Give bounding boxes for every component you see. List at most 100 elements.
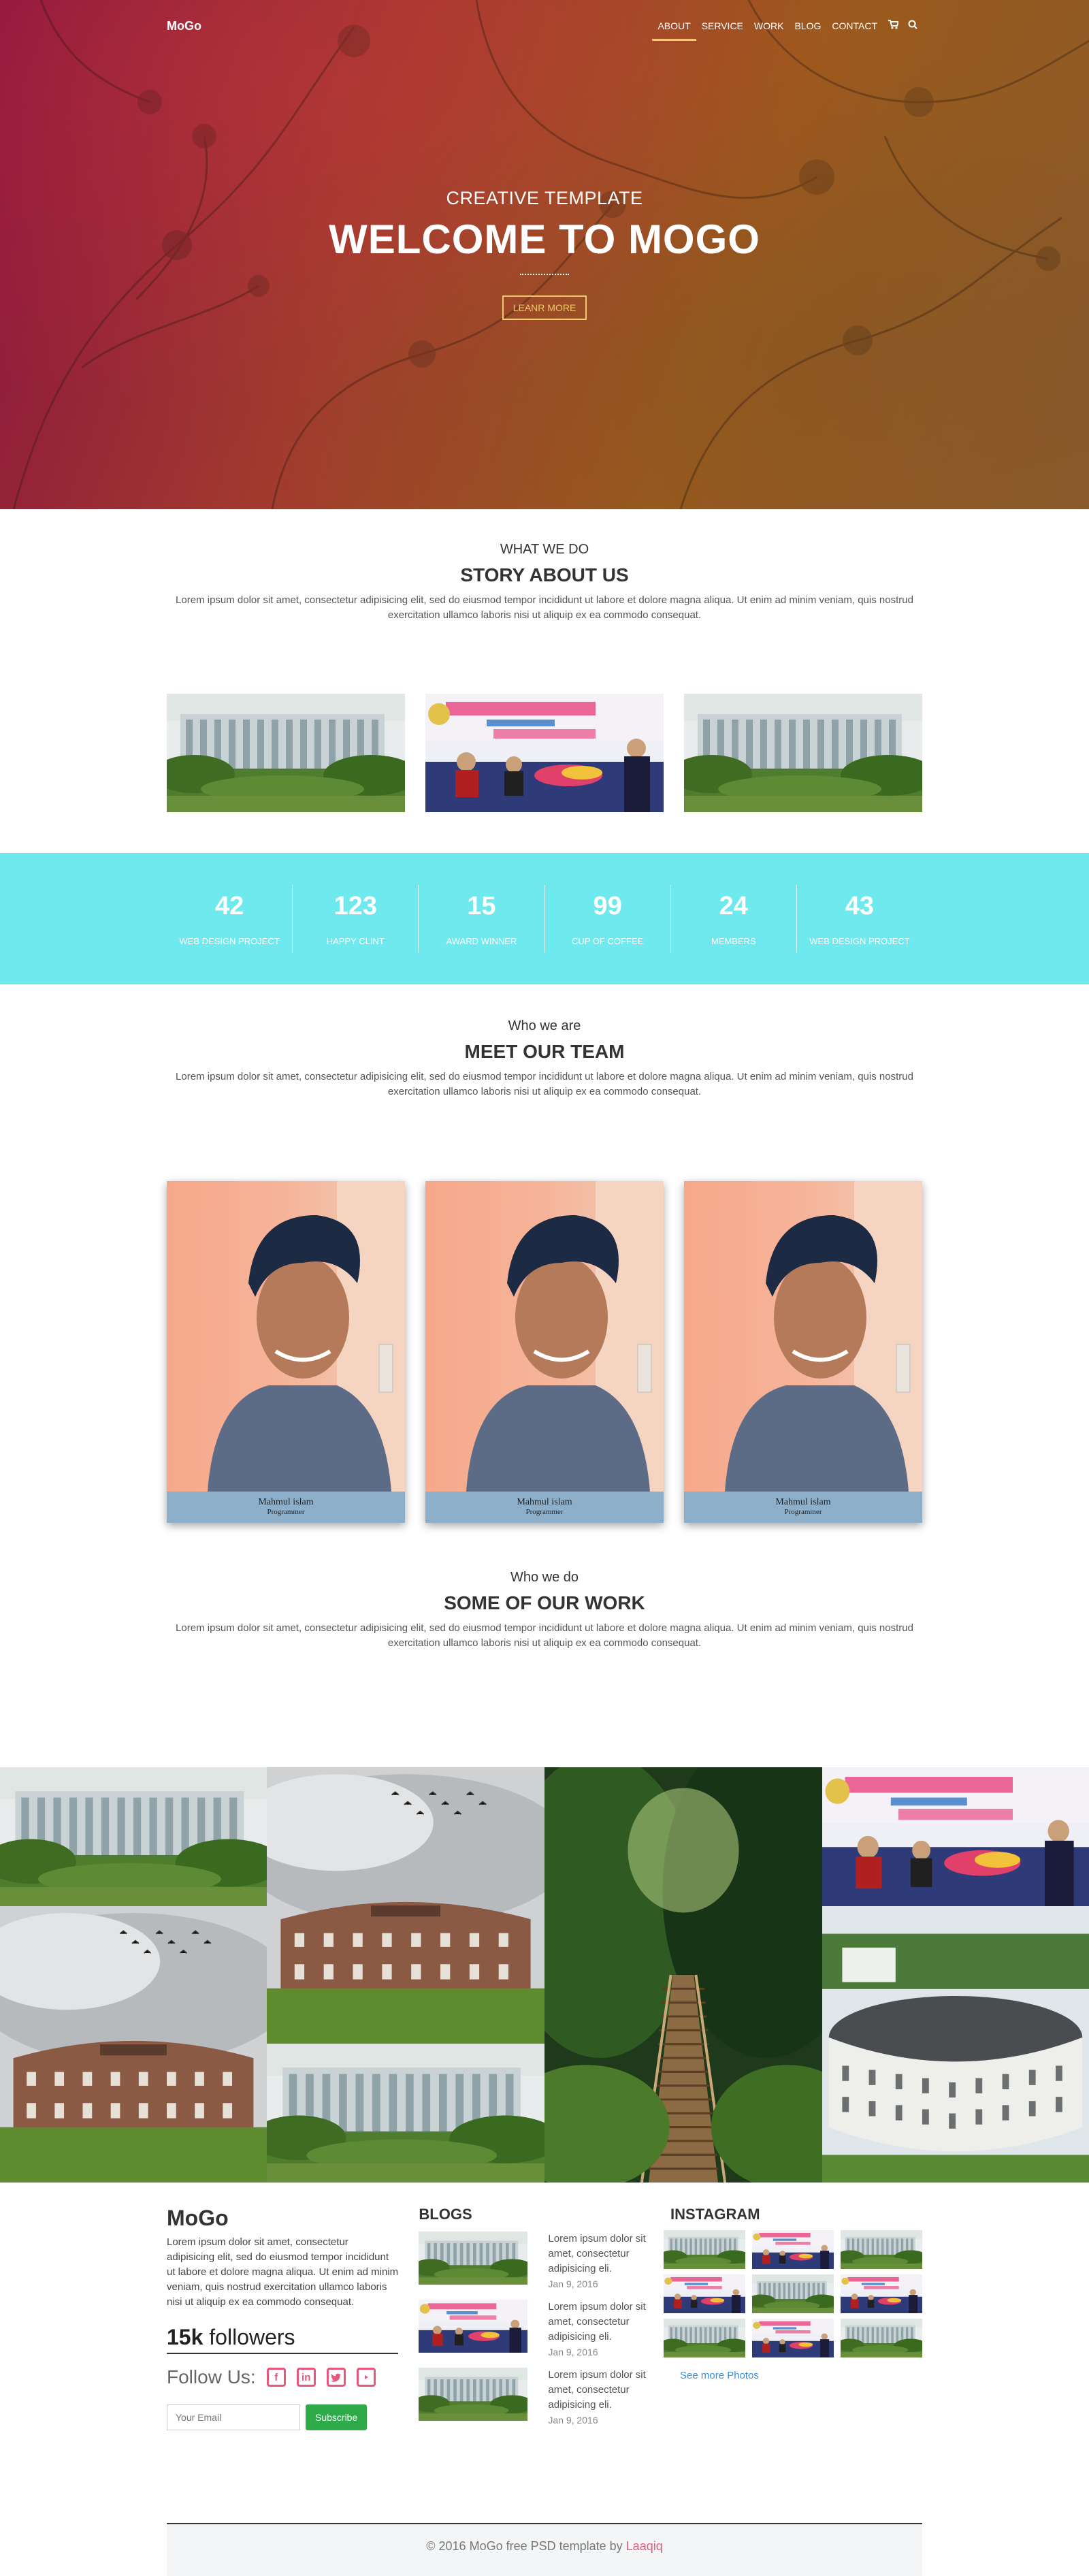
stat-item: 99 CUP OF COFFEE bbox=[545, 884, 671, 953]
instagram-photo[interactable] bbox=[664, 2319, 745, 2357]
blog-excerpt: Lorem ipsum dolor sit amet, consectetur … bbox=[548, 2369, 646, 2411]
member-name: Mahmul islam bbox=[258, 1497, 314, 1507]
work-tile-admin-building[interactable] bbox=[0, 1906, 267, 2183]
stat-number: 15 bbox=[467, 891, 496, 920]
story-image-building bbox=[684, 694, 922, 812]
story-image-building bbox=[167, 694, 405, 812]
team-section: Who we are MEET OUR TEAM Lorem ipsum dol… bbox=[0, 984, 1089, 1570]
follow-us-label: Follow Us: bbox=[167, 2366, 256, 2387]
blog-excerpt: Lorem ipsum dolor sit amet, consectetur … bbox=[548, 2233, 646, 2274]
team-header: Who we are MEET OUR TEAM Lorem ipsum dol… bbox=[167, 1018, 922, 1099]
nav-work[interactable]: WORK bbox=[749, 16, 790, 35]
team-member-photo bbox=[684, 1181, 922, 1492]
nav-blog[interactable]: BLOG bbox=[789, 16, 826, 35]
stat-label: WEB DESIGN PROJECT bbox=[809, 935, 910, 946]
story-text: Lorem ipsum dolor sit amet, consectetur … bbox=[176, 594, 913, 621]
hero-subtitle: CREATIVE TEMPLATE bbox=[446, 188, 643, 208]
story-kicker: WHAT WE DO bbox=[500, 542, 589, 557]
footer-about: MoGo Lorem ipsum dolor sit amet, consect… bbox=[167, 2206, 399, 2523]
work-title: SOME OF OUR WORK bbox=[444, 1592, 645, 1613]
team-kicker: Who we are bbox=[508, 1018, 581, 1033]
youtube-icon[interactable] bbox=[356, 2368, 376, 2387]
work-tile-building[interactable] bbox=[267, 2044, 544, 2183]
blogs-title: BLOGS bbox=[419, 2206, 472, 2223]
work-tile-forest-path[interactable] bbox=[544, 1767, 822, 2183]
member-role: Programmer bbox=[784, 1508, 822, 1516]
subscribe-form: Subscribe bbox=[167, 2404, 398, 2430]
blog-thumbnail bbox=[419, 2368, 528, 2421]
team-cards: Mahmul islam Programmer Mahmul islam Progr… bbox=[167, 1181, 922, 1523]
nav-about[interactable]: ABOUT bbox=[652, 16, 696, 41]
stat-item: 42 WEB DESIGN PROJECT bbox=[167, 884, 293, 953]
instagram-photo[interactable] bbox=[752, 2274, 834, 2313]
stat-item: 24 MEMBERS bbox=[671, 884, 797, 953]
stat-label: WEB DESIGN PROJECT bbox=[179, 935, 280, 946]
footer-brand: MoGo bbox=[167, 2206, 229, 2230]
story-image-ceremony bbox=[425, 694, 664, 812]
work-header: Who we do SOME OF OUR WORK Lorem ipsum d… bbox=[167, 1570, 922, 1651]
site-logo[interactable]: MoGo bbox=[167, 19, 201, 33]
followers-label: followers bbox=[203, 2325, 295, 2349]
instagram-photo[interactable] bbox=[752, 2230, 834, 2269]
instagram-photo[interactable] bbox=[752, 2319, 834, 2357]
stat-number: 99 bbox=[593, 891, 622, 920]
team-text: Lorem ipsum dolor sit amet, consectetur … bbox=[176, 1071, 913, 1097]
instagram-photo[interactable] bbox=[841, 2274, 922, 2313]
member-role: Programmer bbox=[525, 1508, 564, 1516]
footer-instagram: INSTAGRAM See more Photos bbox=[664, 2206, 922, 2523]
team-card[interactable]: Mahmul islam Programmer bbox=[167, 1181, 405, 1523]
team-member-photo bbox=[167, 1181, 405, 1492]
work-tile-round-building[interactable] bbox=[822, 1906, 1089, 2183]
instagram-title: INSTAGRAM bbox=[670, 2206, 760, 2223]
blog-excerpt: Lorem ipsum dolor sit amet, consectetur … bbox=[548, 2301, 646, 2342]
see-more-photos-link[interactable]: See more Photos bbox=[680, 2370, 759, 2381]
stat-item: 15 AWARD WINNER bbox=[419, 884, 545, 953]
story-gallery bbox=[167, 694, 922, 812]
search-icon[interactable] bbox=[903, 20, 922, 32]
stat-item: 43 WEB DESIGN PROJECT bbox=[797, 885, 922, 953]
instagram-photo[interactable] bbox=[841, 2319, 922, 2357]
instagram-grid bbox=[664, 2230, 922, 2357]
facebook-icon[interactable]: f bbox=[266, 2368, 286, 2387]
subscribe-button[interactable]: Subscribe bbox=[306, 2404, 368, 2430]
blog-item[interactable]: Lorem ipsum dolor sit amet, consectetur … bbox=[419, 2368, 670, 2428]
work-tile-admin-building[interactable] bbox=[267, 1767, 544, 2044]
hero-divider bbox=[520, 274, 569, 275]
author-link[interactable]: Laaqiq bbox=[626, 2539, 663, 2553]
blog-date: Jan 9, 2016 bbox=[548, 2279, 598, 2289]
stat-label: MEMBERS bbox=[711, 935, 756, 946]
stat-number: 123 bbox=[334, 891, 377, 920]
team-card[interactable]: Mahmul islam Programmer bbox=[425, 1181, 664, 1523]
instagram-photo[interactable] bbox=[841, 2230, 922, 2269]
work-section: Who we do SOME OF OUR WORK Lorem ipsum d… bbox=[0, 1570, 1089, 1767]
team-card[interactable]: Mahmul islam Programmer bbox=[684, 1181, 922, 1523]
member-name: Mahmul islam bbox=[517, 1497, 572, 1507]
cart-icon[interactable] bbox=[883, 20, 903, 32]
member-name: Mahmul islam bbox=[775, 1497, 831, 1507]
blog-date: Jan 9, 2016 bbox=[548, 2347, 598, 2357]
blog-thumbnail bbox=[419, 2232, 528, 2285]
instagram-photo[interactable] bbox=[664, 2230, 745, 2269]
stat-number: 42 bbox=[214, 891, 244, 920]
instagram-photo[interactable] bbox=[664, 2274, 745, 2313]
blog-item[interactable]: Lorem ipsum dolor sit amet, consectetur … bbox=[419, 2300, 670, 2360]
linkedin-icon[interactable]: in bbox=[296, 2368, 316, 2387]
story-title: STORY ABOUT US bbox=[460, 564, 629, 585]
copyright-bar: © 2016 MoGo free PSD template by Laaqiq bbox=[167, 2523, 922, 2576]
twitter-icon[interactable] bbox=[326, 2368, 346, 2387]
work-tile-building[interactable] bbox=[0, 1767, 267, 1906]
work-text: Lorem ipsum dolor sit amet, consectetur … bbox=[176, 1622, 913, 1649]
blog-item[interactable]: Lorem ipsum dolor sit amet, consectetur … bbox=[419, 2232, 670, 2291]
team-member-photo bbox=[425, 1181, 664, 1492]
blog-date: Jan 9, 2016 bbox=[548, 2415, 598, 2426]
nav-service[interactable]: SERVICE bbox=[696, 16, 749, 35]
work-tile-ceremony[interactable] bbox=[822, 1767, 1089, 1906]
stats-bar: 42 WEB DESIGN PROJECT 123 HAPPY CLINT 15 AW… bbox=[0, 853, 1089, 984]
nav-contact[interactable]: CONTACT bbox=[826, 16, 883, 35]
footer-blogs: BLOGS Lorem ipsum dolor sit amet, consec… bbox=[419, 2206, 670, 2523]
top-navbar: MoGo ABOUT SERVICE WORK BLOG CONTACT bbox=[167, 0, 922, 52]
email-field[interactable] bbox=[167, 2404, 300, 2430]
followers-number: 15k bbox=[167, 2325, 204, 2349]
work-kicker: Who we do bbox=[510, 1570, 579, 1585]
learn-more-button[interactable]: LEANR MORE bbox=[502, 295, 587, 320]
